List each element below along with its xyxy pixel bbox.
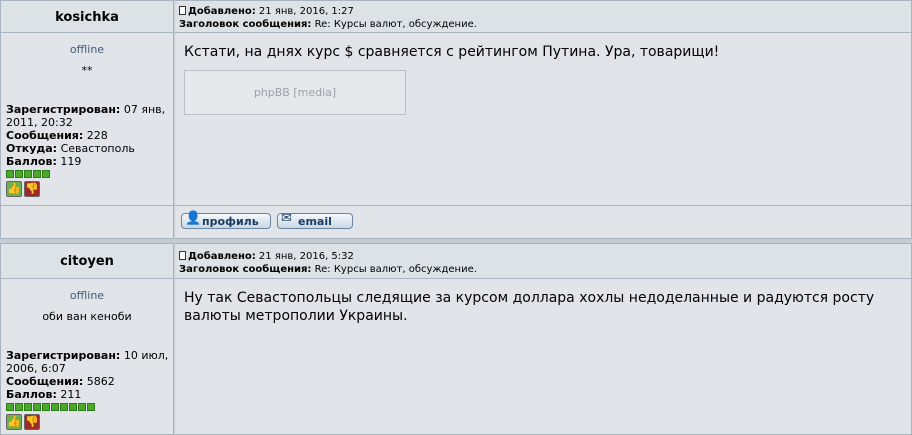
media-embed[interactable]: phpBB [media] [184, 70, 406, 115]
posted-date: 21 янв, 2016, 1:27 [258, 6, 354, 17]
reputation-dot [24, 170, 32, 178]
points-value: 211 [60, 388, 82, 401]
email-button[interactable]: ✉ email [277, 211, 353, 229]
user-info: Зарегистрирован: 07 янв, 2011, 20:32 Соо… [6, 103, 171, 197]
reputation-dot [78, 403, 86, 411]
reputation-dot [6, 403, 14, 411]
reputation-dot [33, 403, 41, 411]
post-header: Добавлено: 21 янв, 2016, 5:32 Заголовок … [175, 243, 912, 279]
profile-button[interactable]: 👤 профиль [181, 211, 271, 229]
post-body: Ну так Севастопольцы следящие за курсом … [175, 279, 912, 435]
subject-label: Заголовок сообщения: [179, 19, 312, 30]
registered-label: Зарегистрирован: [6, 349, 121, 362]
thumbs-up-icon[interactable]: 👍 [6, 181, 22, 197]
message-text: Ну так Севастопольцы следящие за курсом … [184, 290, 875, 324]
messages-value: 228 [86, 129, 108, 142]
posted-label: Добавлено: [188, 6, 256, 17]
points-value: 119 [60, 155, 82, 168]
subject-label: Заголовок сообщения: [179, 264, 312, 275]
message-content: Кстати, на днях курс $ сравняется с рейт… [184, 44, 720, 60]
reputation-dot [60, 403, 68, 411]
profile-button-label: профиль [202, 215, 259, 228]
author-name[interactable]: citoyen [0, 243, 174, 279]
online-status: offline [69, 289, 105, 302]
reputation-dot [42, 170, 50, 178]
reputation-dot [51, 403, 59, 411]
thumbs-down-icon[interactable]: 👎 [24, 181, 40, 197]
posted-date: 21 янв, 2016, 5:32 [258, 251, 354, 262]
user-rank: оби ван кеноби [42, 310, 132, 323]
author-profile-panel: offline ** Зарегистрирован: 07 янв, 2011… [0, 33, 174, 206]
reputation-bar [6, 170, 171, 178]
from-label: Откуда: [6, 142, 58, 155]
reputation-dot [15, 403, 23, 411]
document-icon[interactable] [179, 6, 186, 15]
post-footer-left [0, 206, 174, 239]
document-icon[interactable] [179, 251, 186, 260]
author-name[interactable]: kosichka [0, 0, 174, 33]
reputation-dot [15, 170, 23, 178]
reputation-bar [6, 403, 171, 411]
post: kosichka Добавлено: 21 янв, 2016, 1:27 З… [0, 0, 912, 239]
email-button-label: email [298, 215, 332, 228]
message-text: Кстати, на днях курс $ сравняется с рейт… [175, 33, 911, 115]
user-info: Зарегистрирован: 10 июл, 2006, 6:07 Сооб… [6, 349, 171, 430]
post-body: Кстати, на днях курс $ сравняется с рейт… [175, 33, 912, 206]
online-status: offline [69, 43, 105, 56]
subject-value: Re: Курсы валют, обсуждение. [314, 264, 477, 275]
thumbs-down-icon[interactable]: 👎 [24, 414, 40, 430]
thumbs-up-icon[interactable]: 👍 [6, 414, 22, 430]
reputation-dot [6, 170, 14, 178]
reputation-dot [33, 170, 41, 178]
user-icon: 👤 [185, 211, 202, 226]
user-rank: ** [81, 64, 93, 77]
reputation-dot [24, 403, 32, 411]
vote-buttons: 👍 👎 [6, 181, 171, 197]
post-footer-actions: 👤 профиль ✉ email [175, 206, 912, 239]
registered-label: Зарегистрирован: [6, 103, 121, 116]
post: citoyen Добавлено: 21 янв, 2016, 5:32 За… [0, 243, 912, 435]
reputation-dot [87, 403, 95, 411]
post-header: Добавлено: 21 янв, 2016, 1:27 Заголовок … [175, 0, 912, 33]
reputation-dot [42, 403, 50, 411]
posted-label: Добавлено: [188, 251, 256, 262]
points-label: Баллов: [6, 155, 57, 168]
reputation-dot [69, 403, 77, 411]
messages-value: 5862 [86, 375, 115, 388]
author-profile-panel: offline оби ван кеноби Зарегистрирован: … [0, 279, 174, 435]
messages-label: Сообщения: [6, 129, 84, 142]
points-label: Баллов: [6, 388, 57, 401]
envelope-icon: ✉ [281, 211, 292, 226]
vote-buttons: 👍 👎 [6, 414, 171, 430]
subject-value: Re: Курсы валют, обсуждение. [314, 19, 477, 30]
from-value: Севастополь [60, 142, 135, 155]
messages-label: Сообщения: [6, 375, 84, 388]
